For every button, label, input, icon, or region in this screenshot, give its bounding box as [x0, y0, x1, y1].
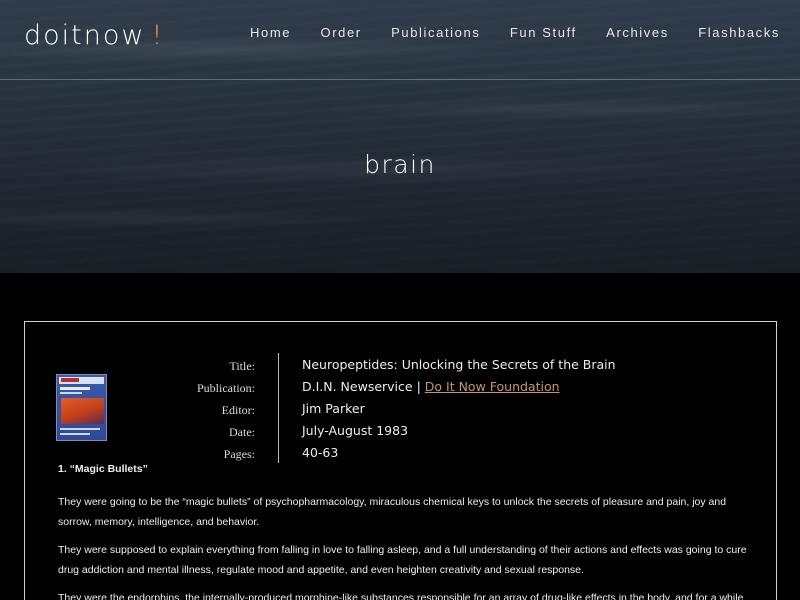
meta-labels: Title: Publication: Editor: Date: Pages:: [185, 355, 255, 465]
cover-footer-line: [60, 428, 100, 430]
site-logo[interactable]: doitnow!: [24, 20, 164, 51]
value-title: Neuropeptides: Unlocking the Secrets of …: [302, 357, 616, 372]
article-paragraph: They were the endorphins, the internally…: [58, 592, 744, 600]
page-title: brain: [364, 150, 436, 179]
value-date: July-August 1983: [302, 423, 409, 438]
nav-divider: [0, 79, 800, 80]
article-paragraph: They were going to be the “magic bullets…: [58, 496, 727, 528]
cover-masthead-logo: [61, 378, 79, 382]
cover-headline: [60, 387, 90, 390]
label-title: Title:: [229, 359, 255, 373]
value-publication: D.I.N. Newservice | Do It Now Foundation: [302, 376, 762, 398]
label-pages: Pages:: [223, 447, 255, 461]
cover-subheadline: [60, 392, 82, 394]
label-date: Date:: [229, 425, 255, 439]
logo-text[interactable]: doitnow: [24, 20, 145, 51]
nav-publications[interactable]: Publications: [391, 25, 480, 40]
nav-archives[interactable]: Archives: [606, 25, 669, 40]
cover-illustration: [61, 398, 104, 424]
value-editor: Jim Parker: [302, 401, 365, 416]
publication-cover-image[interactable]: [56, 374, 107, 441]
meta-values: Neuropeptides: Unlocking the Secrets of …: [302, 354, 762, 464]
label-publication: Publication:: [197, 381, 255, 395]
nav-home[interactable]: Home: [250, 25, 291, 40]
publication-card: Title: Publication: Editor: Date: Pages:…: [24, 321, 777, 600]
publisher-link[interactable]: Do It Now Foundation: [425, 379, 560, 394]
nav-flashbacks[interactable]: Flashbacks: [698, 25, 780, 40]
meta-divider: [278, 353, 279, 463]
cover-footer-line: [60, 433, 90, 435]
logo-mark[interactable]: !: [151, 20, 164, 51]
nav-fun-stuff[interactable]: Fun Stuff: [510, 25, 577, 40]
article-paragraph: They were supposed to explain everything…: [58, 544, 747, 576]
hero-banner: doitnow! Home Order Publications Fun Stu…: [0, 0, 800, 273]
value-pages: 40-63: [302, 445, 339, 460]
publication-name: D.I.N. Newservice |: [302, 379, 421, 394]
main-nav: Home Order Publications Fun Stuff Archiv…: [250, 25, 780, 40]
article-body: 1. “Magic Bullets” They were going to be…: [58, 463, 758, 600]
label-editor: Editor:: [221, 403, 255, 417]
nav-order[interactable]: Order: [320, 25, 361, 40]
article-heading: 1. “Magic Bullets”: [58, 463, 148, 475]
